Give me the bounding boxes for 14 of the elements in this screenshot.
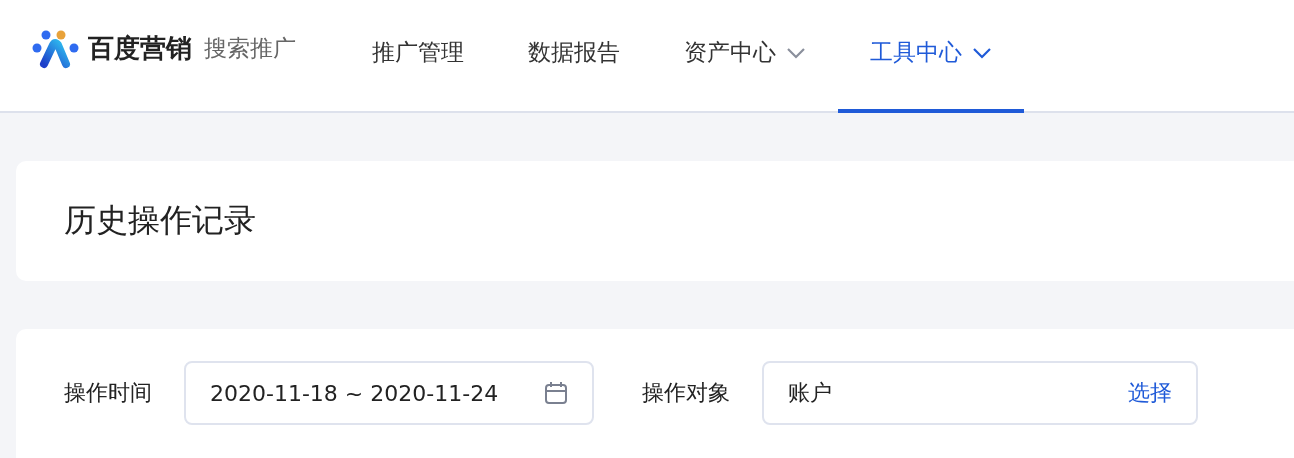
date-range-field[interactable]: 2020-11-18 ~ 2020-11-24 [184,361,594,425]
nav-tab[interactable]: 数据报告 [496,0,652,113]
nav-tab[interactable]: 工具中心 [838,0,1024,113]
product-name: 搜索推广 [204,34,296,63]
logo-icon [32,28,80,69]
nav-tab[interactable]: 推广管理 [340,0,496,113]
select-link[interactable]: 选择 [1128,378,1172,408]
object-picker-field[interactable]: 账户 选择 [762,361,1198,425]
nav-tab[interactable]: 资产中心 [652,0,838,113]
brand-name: 百度营销 [88,32,192,65]
filter-label: 操作对象 [642,379,730,407]
calendar-icon[interactable] [544,381,568,405]
page-title: 历史操作记录 [64,200,256,241]
filter-label: 操作时间 [64,379,152,407]
